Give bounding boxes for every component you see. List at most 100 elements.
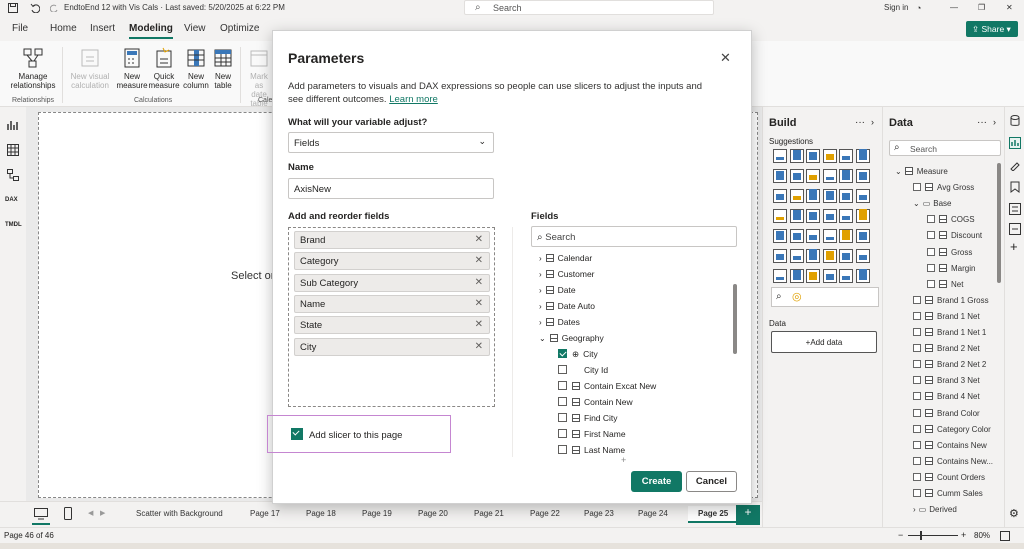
- visual-type-icon[interactable]: [789, 269, 804, 283]
- checkbox-checked-icon[interactable]: [558, 349, 567, 358]
- desktop-layout-icon[interactable]: [34, 508, 48, 520]
- visual-type-icon[interactable]: [822, 229, 837, 243]
- checkbox-icon[interactable]: [558, 381, 567, 390]
- checkbox-icon[interactable]: [927, 215, 935, 224]
- remove-field-icon[interactable]: ✕: [475, 255, 483, 266]
- build-visual-icon[interactable]: [1009, 137, 1021, 149]
- page-tab[interactable]: Page 24: [638, 509, 668, 518]
- field-tree-item[interactable]: City Id: [558, 365, 608, 375]
- next-page-icon[interactable]: ▶: [100, 509, 105, 517]
- share-button[interactable]: ⇪ Share ▾: [966, 21, 1018, 37]
- data-field-item[interactable]: › ▭ Derived: [913, 505, 957, 514]
- checkbox-icon[interactable]: [913, 328, 921, 336]
- table-view-icon[interactable]: [7, 144, 19, 156]
- visual-type-icon[interactable]: [855, 149, 870, 163]
- visual-type-icon[interactable]: [806, 169, 820, 183]
- create-button[interactable]: Create: [631, 471, 682, 492]
- visual-type-icon[interactable]: [789, 189, 804, 203]
- checkbox-icon[interactable]: [913, 489, 921, 497]
- data-field-item[interactable]: Count Orders: [913, 472, 985, 482]
- data-field-item[interactable]: Brand 4 Net: [913, 392, 980, 401]
- data-field-item[interactable]: Margin: [927, 263, 975, 273]
- chevron-right-icon[interactable]: ›: [539, 318, 542, 327]
- chevron-down-icon[interactable]: ⌄: [539, 334, 546, 343]
- data-field-item[interactable]: Category Color: [913, 424, 991, 434]
- checkbox-icon[interactable]: [913, 440, 921, 449]
- selected-field-item[interactable]: City ✕: [294, 337, 490, 356]
- checkbox-icon[interactable]: [913, 408, 921, 417]
- checkbox-icon[interactable]: [927, 247, 935, 256]
- add-page-button[interactable]: +: [736, 505, 760, 525]
- chevron-right-icon[interactable]: ›: [539, 302, 542, 311]
- learn-more-link[interactable]: Learn more: [389, 94, 438, 105]
- field-tree-item[interactable]: Last Name: [558, 445, 625, 455]
- visual-type-icon[interactable]: [839, 249, 853, 263]
- visual-type-icon[interactable]: [839, 209, 853, 223]
- visual-type-icon[interactable]: [773, 229, 787, 243]
- visual-type-icon[interactable]: [773, 269, 787, 283]
- search-visuals-icon[interactable]: ⌕: [776, 291, 782, 302]
- user-icon[interactable]: ◔: [916, 3, 921, 13]
- menu-insert[interactable]: Insert: [90, 23, 115, 34]
- checkbox-icon[interactable]: [913, 344, 921, 353]
- fields-search-input[interactable]: ⌕ Search: [531, 226, 737, 247]
- data-field-item[interactable]: Discount: [927, 231, 982, 240]
- undo-icon[interactable]: [30, 3, 40, 13]
- visual-type-icon[interactable]: [822, 269, 837, 283]
- checkbox-icon[interactable]: [558, 429, 567, 438]
- add-data-button[interactable]: +Add data: [771, 331, 877, 353]
- page-tab[interactable]: Page 20: [418, 509, 448, 518]
- chevron-right-icon[interactable]: ›: [539, 286, 542, 295]
- checkbox-icon[interactable]: [913, 376, 921, 385]
- add-pane-icon[interactable]: +: [1010, 239, 1018, 254]
- zoom-in-icon[interactable]: +: [961, 530, 966, 540]
- zoom-slider[interactable]: [908, 535, 958, 536]
- visual-type-icon[interactable]: [839, 189, 853, 203]
- data-field-item[interactable]: ⌄ Measure: [895, 167, 948, 176]
- new-column-button[interactable]: New column: [182, 47, 210, 90]
- visual-type-icon[interactable]: [773, 249, 787, 263]
- data-field-item[interactable]: Net: [927, 279, 963, 289]
- quick-measure-button[interactable]: Quick measure: [148, 47, 180, 90]
- field-tree-item[interactable]: Contain Excat New: [558, 381, 656, 391]
- adjust-dropdown[interactable]: Fields ⌄: [288, 132, 494, 153]
- visual-type-icon[interactable]: [822, 189, 837, 203]
- visual-type-icon[interactable]: [773, 169, 787, 183]
- visual-type-icon[interactable]: [839, 229, 853, 243]
- remove-field-icon[interactable]: ✕: [475, 319, 483, 330]
- field-tree-item[interactable]: First Name: [558, 429, 626, 439]
- visual-type-icon[interactable]: [855, 269, 870, 283]
- visual-type-icon[interactable]: [822, 169, 837, 183]
- zoom-slider-thumb[interactable]: [920, 531, 922, 540]
- data-scrollbar[interactable]: [997, 163, 1001, 283]
- checkbox-icon[interactable]: [913, 456, 921, 465]
- field-tree-item[interactable]: › Date Auto: [539, 301, 595, 311]
- visual-type-icon[interactable]: [855, 209, 870, 223]
- visual-type-icon[interactable]: [789, 209, 804, 223]
- remove-field-icon[interactable]: ✕: [475, 234, 483, 245]
- data-field-item[interactable]: Brand 1 Net 1: [913, 328, 986, 337]
- visual-type-icon[interactable]: [839, 149, 853, 163]
- restore-icon[interactable]: ❐: [978, 3, 985, 12]
- format-icon[interactable]: [1009, 159, 1021, 171]
- page-tab[interactable]: Scatter with Background: [136, 509, 223, 518]
- field-tree-item[interactable]: ⌄ Geography: [539, 333, 604, 343]
- new-table-button[interactable]: New table: [210, 47, 236, 90]
- visual-type-icon[interactable]: [789, 249, 804, 263]
- checkbox-icon[interactable]: [558, 445, 567, 454]
- field-tree-item[interactable]: › Date: [539, 285, 576, 295]
- checkbox-icon[interactable]: [927, 279, 935, 288]
- collapse-icon[interactable]: ›: [993, 117, 996, 127]
- sync-slicers-icon[interactable]: [1009, 223, 1021, 235]
- mobile-layout-icon[interactable]: [64, 507, 72, 520]
- visual-type-icon[interactable]: [789, 229, 804, 243]
- data-field-item[interactable]: Brand 2 Net: [913, 344, 980, 353]
- bookmark-icon[interactable]: [1010, 181, 1020, 193]
- remove-field-icon[interactable]: ✕: [475, 277, 483, 288]
- data-icon[interactable]: [1010, 115, 1020, 127]
- collapse-icon[interactable]: ›: [871, 117, 874, 127]
- data-field-item[interactable]: Contains New...: [913, 456, 993, 466]
- save-icon[interactable]: [8, 3, 18, 13]
- page-tab[interactable]: Page 23: [584, 509, 614, 518]
- selected-field-item[interactable]: State ✕: [294, 316, 490, 335]
